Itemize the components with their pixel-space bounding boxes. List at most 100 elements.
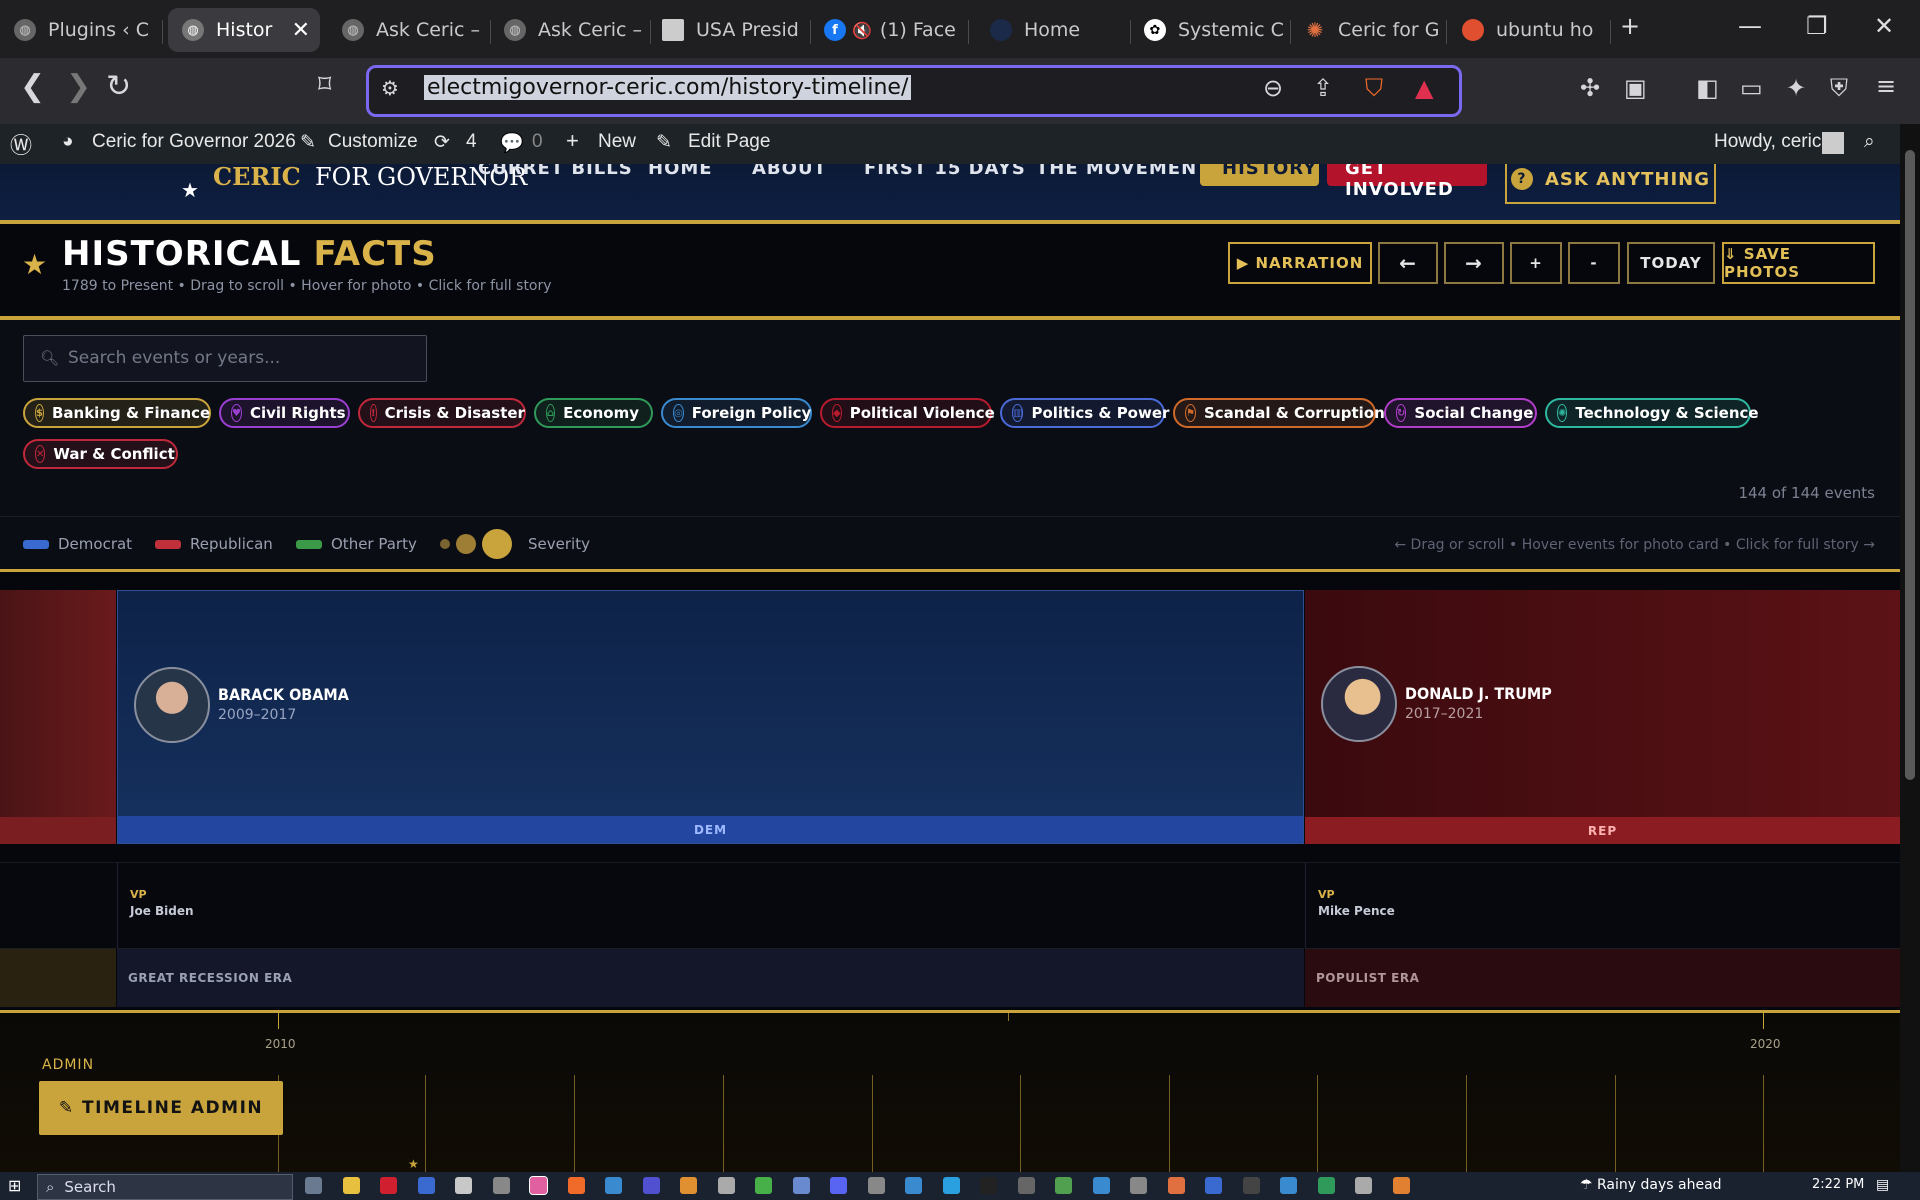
tab-ask-ceric-2[interactable]: ◍ Ask Ceric – [504, 8, 644, 52]
weather-widget[interactable]: ☂ Rainy days ahead [1580, 1177, 1722, 1193]
taskbar-search[interactable]: ⌕ Search [37, 1174, 293, 1200]
tab-usa-presidents[interactable]: USA Presid [662, 8, 802, 52]
site-settings-icon[interactable]: ⚙ [381, 76, 399, 100]
comments-count[interactable]: 0 [532, 131, 543, 153]
new-link[interactable]: New [598, 131, 636, 153]
avatar[interactable] [1822, 132, 1844, 154]
event-marker-line[interactable] [723, 1075, 724, 1175]
brave-rewards-icon[interactable]: ▲ [1415, 74, 1433, 102]
taskbar-app-icon[interactable] [380, 1177, 397, 1194]
menu-icon[interactable]: ≡ [1876, 72, 1896, 100]
event-marker-line[interactable] [1020, 1075, 1021, 1175]
new-tab-icon[interactable]: + [1620, 12, 1640, 40]
edit-page-link[interactable]: Edit Page [688, 131, 770, 153]
nav-first-15-days[interactable]: FIRST 15 DAYS [864, 164, 1026, 179]
taskbar-app-icon[interactable] [1317, 1177, 1335, 1194]
howdy-link[interactable]: Howdy, ceric [1714, 131, 1821, 153]
zoom-out-button[interactable]: - [1568, 242, 1620, 284]
taskbar-app-icon[interactable] [680, 1177, 697, 1194]
era-block-great-recession[interactable]: GREAT RECESSION ERA [117, 948, 1304, 1007]
taskbar-app-icon[interactable] [1055, 1177, 1072, 1194]
event-star-icon[interactable]: ★ [408, 1157, 419, 1171]
category-filter-crisis-disaster[interactable]: ! Crisis & Disaster [358, 398, 526, 428]
taskbar-app-icon[interactable] [417, 1177, 435, 1194]
wordpress-icon[interactable]: Ⓦ [10, 128, 32, 160]
taskbar-app-icon[interactable] [342, 1177, 360, 1194]
taskbar-app-icon[interactable] [1017, 1177, 1035, 1194]
tab-ubuntu[interactable]: ubuntu ho [1462, 8, 1602, 52]
taskbar-app-icon[interactable] [905, 1177, 922, 1194]
taskbar-app-icon[interactable] [529, 1176, 548, 1195]
taskbar-app-icon[interactable] [942, 1177, 960, 1194]
taskbar-app-icon[interactable] [567, 1177, 585, 1194]
taskbar-app-icon[interactable] [1392, 1177, 1410, 1194]
url-text[interactable]: electmigovernor-ceric.com/history-timeli… [424, 75, 912, 100]
taskbar-app-icon[interactable] [717, 1177, 735, 1194]
event-marker-line[interactable] [1317, 1075, 1318, 1175]
taskbar-app-icon[interactable] [1242, 1177, 1260, 1194]
vp-cell-pence[interactable]: VP Mike Pence [1305, 862, 1900, 948]
category-filter-foreign-policy[interactable]: ◎ Foreign Policy [661, 398, 812, 428]
bookmark-icon[interactable]: ⌑ [318, 72, 331, 98]
taskbar-app-icon[interactable] [830, 1177, 847, 1194]
page-scrollbar[interactable] [1900, 124, 1920, 1172]
president-block-obama[interactable]: BARACK OBAMA 2009–2017 DEM [117, 590, 1304, 844]
category-filter-economy[interactable]: ⌂ Economy [534, 398, 653, 428]
nav-history[interactable]: HISTORY [1200, 164, 1319, 186]
sidebar-icon[interactable]: ◧ [1696, 74, 1719, 102]
site-name-link[interactable]: Ceric for Governor 2026 [92, 131, 296, 153]
tab-history[interactable]: ◍ Histor ✕ [168, 8, 320, 52]
customize-link[interactable]: Customize [328, 131, 418, 153]
category-filter-scandal-corruption[interactable]: ⚑ Scandal & Corruption [1173, 398, 1385, 428]
nav-home[interactable]: HOME [648, 164, 713, 179]
taskbar-app-icon[interactable] [755, 1177, 772, 1194]
nav-the-movement[interactable]: THE MOVEMENT [1036, 164, 1210, 179]
extensions-icon[interactable]: ✣ [1580, 74, 1600, 102]
next-button[interactable]: → [1444, 242, 1504, 284]
taskbar-app-icon[interactable] [1130, 1177, 1147, 1194]
nav-about[interactable]: ABOUT [752, 164, 827, 179]
save-photos-button[interactable]: ⇓ SAVE PHOTOS [1722, 242, 1875, 284]
narration-button[interactable]: ▶ NARRATION [1228, 242, 1372, 284]
taskbar-app-icon[interactable] [492, 1177, 510, 1194]
taskbar-app-icon[interactable] [1280, 1177, 1297, 1194]
president-block-trump[interactable]: DONALD J. TRUMP 2017–2021 REP [1305, 590, 1900, 844]
president-block-previous[interactable] [0, 590, 116, 844]
event-marker-line[interactable] [1466, 1075, 1467, 1175]
tab-facebook[interactable]: f 🔇 (1) Face [824, 8, 964, 52]
minimize-icon[interactable]: — [1738, 12, 1762, 40]
vpn-icon[interactable]: ⛨ [1830, 74, 1848, 102]
category-filter-war-conflict[interactable]: ✕ War & Conflict [23, 439, 178, 469]
category-filter-social-change[interactable]: ↻ Social Change [1384, 398, 1537, 428]
reload-icon[interactable]: ↻ [106, 72, 131, 102]
back-icon[interactable]: ❮ [20, 72, 45, 102]
updates-count[interactable]: 4 [466, 131, 477, 153]
tab-plugins[interactable]: ◍ Plugins ‹ C [14, 8, 154, 52]
close-icon[interactable]: ✕ [282, 18, 320, 43]
era-block-populist[interactable]: POPULIST ERA [1305, 948, 1900, 1007]
taskbar-clock[interactable]: 2:22 PM [1812, 1177, 1864, 1192]
forward-icon[interactable]: ❯ [66, 72, 91, 102]
event-marker-line[interactable] [1615, 1075, 1616, 1175]
taskbar-app-icon[interactable] [1205, 1177, 1222, 1194]
prev-button[interactable]: ← [1378, 242, 1438, 284]
notifications-icon[interactable]: ▤ [1876, 1177, 1889, 1193]
taskbar-app-icon[interactable] [867, 1177, 885, 1194]
timeline-admin-button[interactable]: ✎ TIMELINE ADMIN [39, 1081, 283, 1135]
search-input[interactable]: 🔍︎ Search events or years... [23, 335, 427, 382]
taskbar-app-icon[interactable] [792, 1177, 810, 1194]
wallet-icon[interactable]: ▭ [1740, 74, 1763, 102]
scrollbar-thumb[interactable] [1905, 150, 1915, 780]
taskbar-app-icon[interactable] [1167, 1177, 1185, 1194]
address-bar[interactable]: ⚙ electmigovernor-ceric.com/history-time… [366, 65, 1462, 117]
zoom-in-button[interactable]: + [1510, 242, 1562, 284]
today-button[interactable]: TODAY [1627, 242, 1715, 284]
taskbar-app-icon[interactable] [980, 1177, 997, 1194]
search-icon[interactable]: ⌕ [1864, 131, 1875, 153]
nav-curret-bills[interactable]: CURRET BILLS [478, 164, 633, 179]
event-marker-line[interactable] [1169, 1075, 1170, 1175]
taskbar-app-icon[interactable] [1092, 1177, 1110, 1194]
category-filter-civil-rights[interactable]: ♥ Civil Rights [219, 398, 350, 428]
category-filter-politics-power[interactable]: ▥ Politics & Power [1000, 398, 1169, 428]
vp-cell-biden[interactable]: VP Joe Biden [117, 862, 1305, 948]
